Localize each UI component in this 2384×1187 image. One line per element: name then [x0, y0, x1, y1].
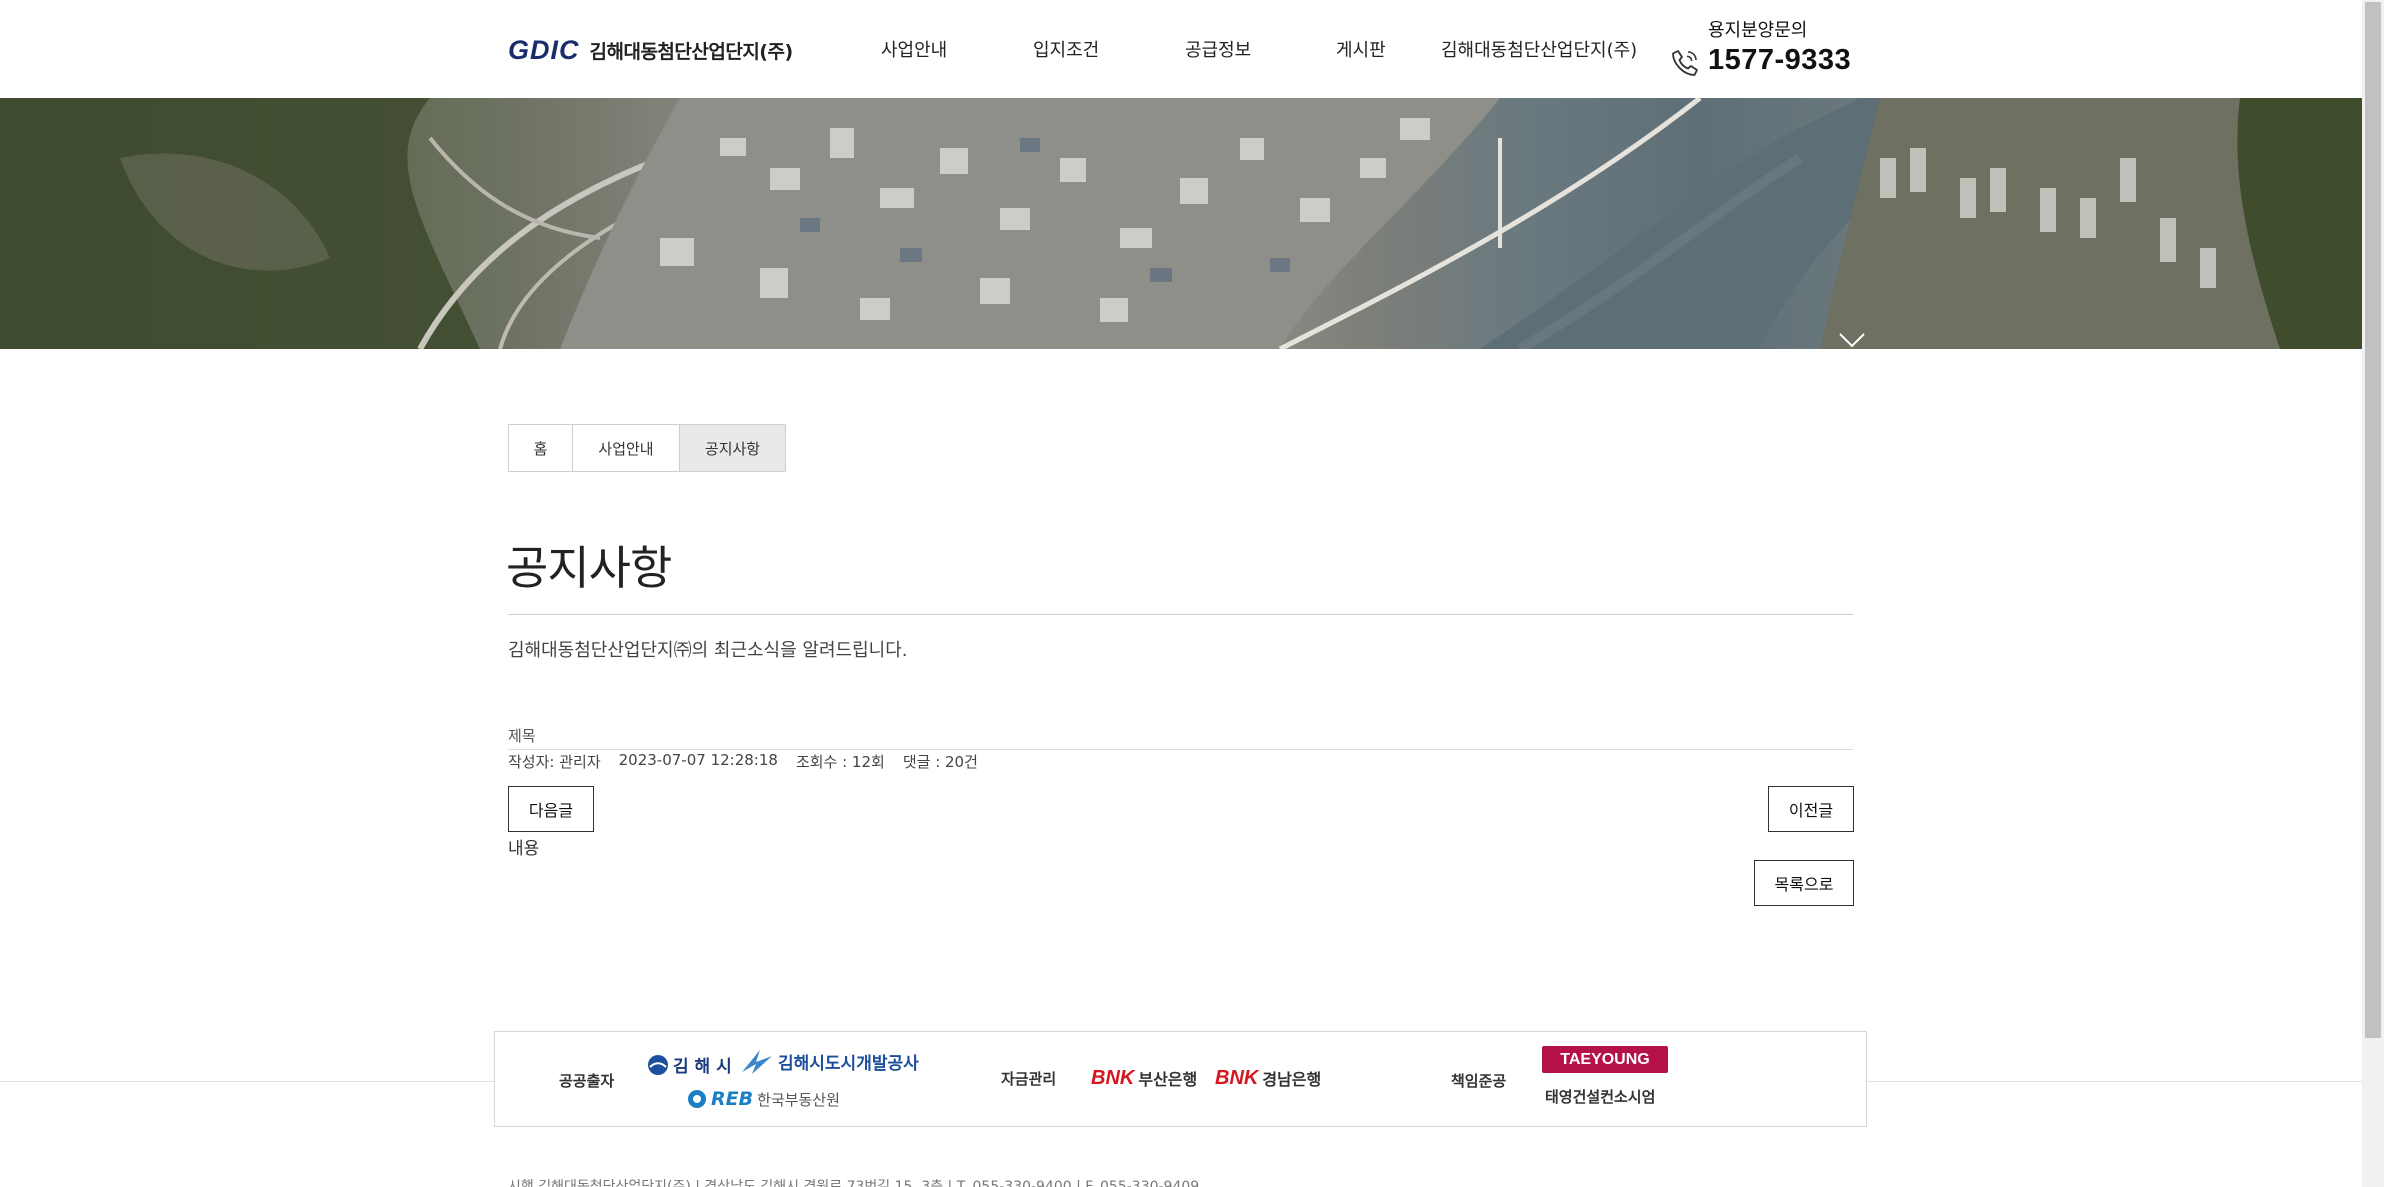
post-views: 조회수 : 12회 — [795, 753, 885, 771]
post-author: 작성자: 관리자 — [508, 753, 601, 771]
chevron-down-icon[interactable] — [1838, 332, 1866, 349]
nav-item-location[interactable]: 입지조건 — [1033, 36, 1099, 62]
reb-emblem-icon — [688, 1090, 706, 1108]
contact-label: 용지분양문의 — [1708, 20, 1808, 41]
page-title: 공지사항 — [506, 541, 672, 595]
phone-icon — [1672, 50, 1698, 76]
aerial-city-illustration — [0, 98, 2362, 349]
gimhae-dev-emblem-icon — [742, 1050, 772, 1074]
public-investment-label: 공공출자 — [559, 1072, 615, 1090]
nav-item-supply[interactable]: 공급정보 — [1185, 36, 1251, 62]
site-logo[interactable]: GDIC 김해대동첨단산업단지(주) — [508, 35, 793, 66]
reb-mark: REB — [711, 1088, 754, 1110]
breadcrumb: 홈 사업안내 공지사항 — [508, 424, 786, 472]
title-divider — [508, 614, 1853, 615]
nav-item-board[interactable]: 게시판 — [1336, 36, 1386, 62]
gyeongnam-bank-logo: BNK 경남은행 — [1215, 1066, 1321, 1090]
nav-item-business[interactable]: 사업안내 — [881, 36, 947, 62]
gimhae-city-name: 김 해 시 — [673, 1057, 732, 1077]
reb-name: 한국부동산원 — [757, 1090, 840, 1109]
logo-text: 김해대동첨단산업단지(주) — [589, 41, 794, 63]
next-post-button[interactable]: 다음글 — [508, 786, 594, 832]
busan-bank-name: 부산은행 — [1138, 1070, 1198, 1089]
completion-guarantee-label: 책임준공 — [1451, 1072, 1507, 1090]
footer-address: 시행 김해대동첨단산업단지(주) | 경상남도 김해시 경원로 73번길 15,… — [508, 1179, 1200, 1187]
fund-management-label: 자금관리 — [1001, 1070, 1057, 1088]
bnk-mark-busan: BNK — [1091, 1066, 1135, 1089]
post-comments: 댓글 : 20건 — [902, 753, 978, 771]
site-header: GDIC 김해대동첨단산업단지(주) 사업안내 입지조건 공급정보 게시판 김해… — [0, 0, 2362, 99]
partners-bar: 공공출자 김 해 시 김해시도시개발공사 REB 한국부동산원 자금관리 BNK — [494, 1031, 1867, 1127]
post-meta: 작성자: 관리자 2023-07-07 12:28:18 조회수 : 12회 댓… — [508, 751, 978, 772]
scrollbar-thumb[interactable] — [2365, 2, 2381, 1038]
page-description: 김해대동첨단산업단지㈜의 최근소식을 알려드립니다. — [508, 640, 908, 661]
nav-item-company[interactable]: 김해대동첨단산업단지(주) — [1441, 36, 1637, 62]
taeyoung-logo-mark: TAEYOUNG — [1542, 1046, 1668, 1073]
reb-logo: REB 한국부동산원 — [687, 1088, 840, 1110]
post-content: 내용 — [508, 839, 540, 859]
back-to-list-button[interactable]: 목록으로 — [1754, 860, 1854, 906]
post-subject-label: 제목 — [508, 727, 536, 745]
prev-post-button[interactable]: 이전글 — [1768, 786, 1854, 832]
gimhae-dev-logo: 김해시도시개발공사 — [740, 1046, 919, 1076]
gimhae-city-logo: 김 해 시 — [647, 1052, 732, 1077]
breadcrumb-home[interactable]: 홈 — [509, 425, 573, 471]
busan-bank-logo: BNK 부산은행 — [1091, 1066, 1197, 1090]
gimhae-emblem-icon — [648, 1054, 668, 1075]
page: GDIC 김해대동첨단산업단지(주) 사업안내 입지조건 공급정보 게시판 김해… — [0, 0, 2362, 1187]
taeyoung-name: 태영건설컨소시엄 — [1545, 1088, 1656, 1106]
breadcrumb-notice[interactable]: 공지사항 — [680, 425, 785, 471]
phone-number[interactable]: 1577-9333 — [1708, 44, 1851, 77]
hero-aerial-banner — [0, 98, 2362, 349]
gyeongnam-bank-name: 경남은행 — [1262, 1070, 1322, 1089]
post-date: 2023-07-07 12:28:18 — [618, 751, 778, 769]
scrollbar[interactable] — [2362, 0, 2384, 1187]
logo-mark: GDIC — [508, 35, 580, 65]
breadcrumb-business[interactable]: 사업안내 — [573, 425, 680, 471]
post-divider — [508, 749, 1853, 750]
bnk-mark-gyeongnam: BNK — [1215, 1066, 1259, 1089]
gimhae-dev-name: 김해시도시개발공사 — [778, 1053, 919, 1074]
